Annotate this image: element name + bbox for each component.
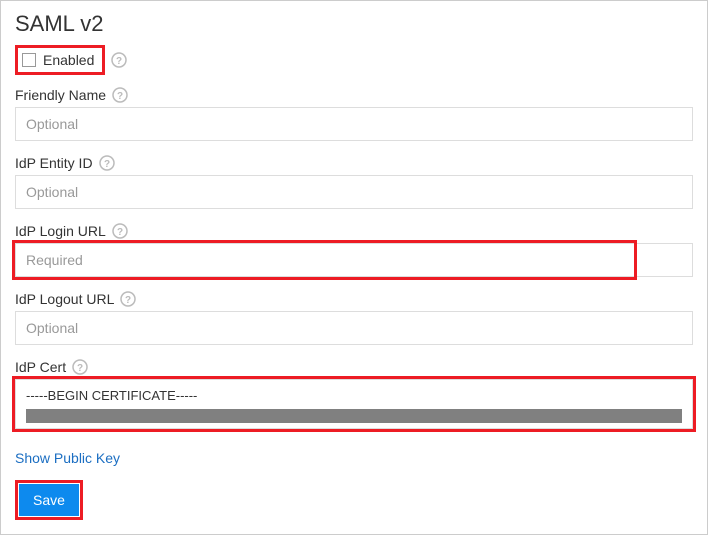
idp-login-url-label: IdP Login URL [15, 223, 106, 239]
help-icon[interactable]: ? [112, 223, 128, 239]
section-title: SAML v2 [15, 11, 693, 37]
svg-text:?: ? [104, 159, 110, 170]
idp-cert-label: IdP Cert [15, 359, 66, 375]
enabled-row: Enabled ? [15, 45, 693, 75]
enabled-highlight: Enabled [15, 45, 105, 75]
idp-logout-url-input[interactable] [15, 311, 693, 345]
svg-text:?: ? [117, 227, 123, 238]
svg-text:?: ? [125, 295, 131, 306]
show-public-key-link[interactable]: Show Public Key [15, 450, 120, 466]
idp-login-url-group: IdP Login URL ? [15, 223, 693, 277]
idp-entity-id-group: IdP Entity ID ? [15, 155, 693, 209]
help-icon[interactable]: ? [120, 291, 136, 307]
svg-text:?: ? [117, 91, 123, 102]
svg-text:?: ? [77, 363, 83, 374]
enabled-label: Enabled [43, 52, 94, 68]
idp-cert-group: IdP Cert ? [15, 359, 693, 432]
enabled-checkbox-wrap[interactable]: Enabled [19, 49, 99, 71]
save-button[interactable]: Save [19, 484, 79, 516]
friendly-name-label: Friendly Name [15, 87, 106, 103]
save-button-highlight: Save [15, 480, 83, 520]
cert-redaction [26, 409, 682, 423]
idp-login-url-input[interactable] [15, 243, 693, 277]
help-icon[interactable]: ? [72, 359, 88, 375]
help-icon[interactable]: ? [111, 52, 127, 68]
enabled-checkbox[interactable] [22, 53, 36, 67]
idp-entity-id-input[interactable] [15, 175, 693, 209]
friendly-name-group: Friendly Name ? [15, 87, 693, 141]
help-icon[interactable]: ? [99, 155, 115, 171]
idp-logout-url-group: IdP Logout URL ? [15, 291, 693, 345]
idp-logout-url-label: IdP Logout URL [15, 291, 114, 307]
help-icon[interactable]: ? [112, 87, 128, 103]
friendly-name-input[interactable] [15, 107, 693, 141]
idp-entity-id-label: IdP Entity ID [15, 155, 93, 171]
svg-text:?: ? [116, 56, 122, 67]
